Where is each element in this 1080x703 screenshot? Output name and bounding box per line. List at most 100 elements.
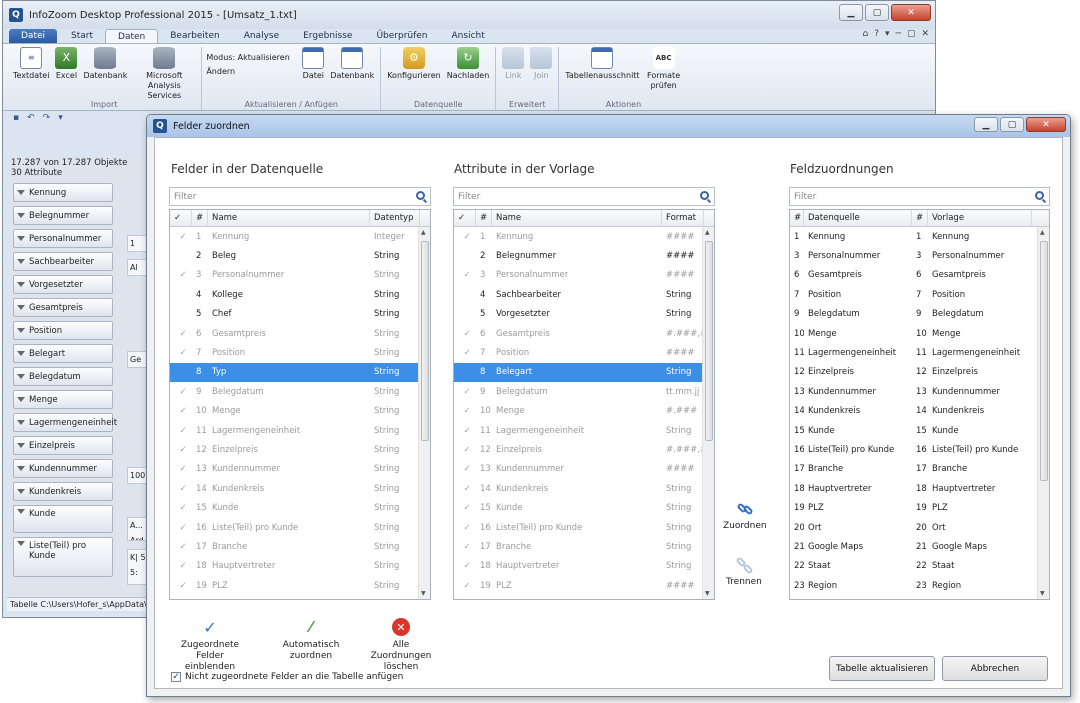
tab-analyse[interactable]: Analyse: [232, 29, 291, 43]
table-row[interactable]: ✓ 1 Kennung ####: [454, 227, 714, 246]
attribute-button[interactable]: Personalnummer: [13, 229, 113, 248]
attribute-button[interactable]: Belegdatum: [13, 367, 113, 386]
tab-ergebnisse[interactable]: Ergebnisse: [291, 29, 364, 43]
search-icon[interactable]: [700, 191, 709, 200]
qat-dropdown-icon[interactable]: ▾: [58, 113, 63, 123]
table-row[interactable]: 16 Liste(Teil) pro Kunde 16 Liste(Teil) pro…: [790, 440, 1049, 459]
table-row[interactable]: ✓ 15 Kunde String: [454, 498, 714, 517]
table-row[interactable]: ✓ 11 Lagermengeneinheit String: [170, 421, 430, 440]
table-row[interactable]: 5 Vorgesetzter String: [454, 305, 714, 324]
template-filter-input[interactable]: Filter: [453, 187, 715, 206]
maximize-button[interactable]: ▢: [865, 4, 889, 21]
table-row[interactable]: ✓ 11 Lagermengeneinheit String: [454, 421, 714, 440]
attribute-button[interactable]: Liste(Teil) pro Kunde: [13, 537, 113, 577]
tab-datei[interactable]: Datei: [9, 29, 58, 43]
delete-all-button[interactable]: ✕ Alle Zuordnungen löschen: [361, 618, 441, 673]
table-row[interactable]: ✓ 12 Einzelpreis String: [170, 440, 430, 459]
tab-daten[interactable]: Daten: [105, 29, 159, 43]
tab-ueberpruefen[interactable]: Überprüfen: [364, 29, 439, 43]
separate-button[interactable]: Trennen: [726, 556, 762, 587]
attribute-button[interactable]: Belegart: [13, 344, 113, 363]
datenbank-import-button[interactable]: Datenbank: [81, 47, 129, 81]
table-row[interactable]: ✓ 7 Position String: [170, 343, 430, 362]
attribute-button[interactable]: Belegnummer: [13, 206, 113, 225]
attribute-button[interactable]: Sachbearbeiter: [13, 252, 113, 271]
table-row[interactable]: ✓ 9 Belegdatum String: [170, 382, 430, 401]
assign-button[interactable]: Zuordnen: [723, 500, 767, 531]
attribute-button[interactable]: Position: [13, 321, 113, 340]
change-button[interactable]: Ändern: [206, 65, 298, 79]
table-row[interactable]: 7 Position 7 Position: [790, 285, 1049, 304]
table-row[interactable]: 4 Sachbearbeiter String: [454, 285, 714, 304]
mapping-scrollbar[interactable]: ▲ ▼: [1037, 227, 1049, 599]
table-row[interactable]: 8 Belegart String: [454, 362, 714, 383]
update-table-button[interactable]: Tabelle aktualisieren: [829, 656, 935, 681]
doc-close-icon[interactable]: ✕: [921, 29, 929, 39]
table-row[interactable]: 22 Staat 22 Staat: [790, 557, 1049, 576]
table-row[interactable]: ✓ 7 Position ####: [454, 343, 714, 362]
auto-assign-button[interactable]: ⁄ Automatisch zuordnen: [263, 618, 359, 662]
table-row[interactable]: ✓ 10 Menge String: [170, 402, 430, 421]
table-row[interactable]: 2 Belegnummer ####: [454, 246, 714, 265]
help-icon[interactable]: ?: [874, 29, 879, 39]
table-row[interactable]: ✓ 3 Personalnummer String: [170, 266, 430, 285]
doc-minimize-icon[interactable]: ─: [896, 29, 901, 39]
doc-restore-icon[interactable]: ▢: [907, 29, 916, 39]
link-button[interactable]: Link: [500, 47, 526, 81]
search-icon[interactable]: [1035, 191, 1044, 200]
attribute-button[interactable]: Menge: [13, 390, 113, 409]
template-scrollbar[interactable]: ▲ ▼: [702, 227, 714, 599]
table-row[interactable]: 13 Kundennummer 13 Kundennummer: [790, 382, 1049, 401]
table-row[interactable]: 19 PLZ 19 PLZ: [790, 498, 1049, 517]
table-row[interactable]: 21 Google Maps 21 Google Maps: [790, 537, 1049, 556]
checkbox-icon[interactable]: ✓: [171, 672, 181, 682]
join-button[interactable]: Join: [528, 47, 554, 81]
table-row[interactable]: ✓ 14 Kundenkreis String: [454, 479, 714, 498]
table-row[interactable]: ✓ 1 Kennung Integer: [170, 227, 430, 246]
table-row[interactable]: ✓ 12 Einzelpreis #.###,##: [454, 440, 714, 459]
table-row[interactable]: 10 Menge 10 Menge: [790, 324, 1049, 343]
source-scrollbar[interactable]: ▲ ▼: [418, 227, 430, 599]
save-icon[interactable]: ▪: [13, 113, 19, 123]
tab-start[interactable]: Start: [59, 29, 105, 43]
table-row[interactable]: 18 Hauptvertreter 18 Hauptvertreter: [790, 479, 1049, 498]
tabellenausschnitt-button[interactable]: Tabellenausschnitt: [563, 47, 641, 81]
analysis-services-button[interactable]: Microsoft Analysis Services: [131, 47, 197, 101]
undo-icon[interactable]: ↶: [27, 113, 35, 123]
table-row[interactable]: ✓ 6 Gesamtpreis #.###,##: [454, 324, 714, 343]
attribute-button[interactable]: Kundenkreis: [13, 482, 113, 501]
dropdown-icon[interactable]: ▾: [885, 29, 890, 39]
table-row[interactable]: ✓ 16 Liste(Teil) pro Kunde String: [170, 518, 430, 537]
attribute-button[interactable]: Gesamtpreis: [13, 298, 113, 317]
table-row[interactable]: ✓ 17 Branche String: [170, 537, 430, 556]
table-row[interactable]: 14 Kundenkreis 14 Kundenkreis: [790, 402, 1049, 421]
table-row[interactable]: ✓ 16 Liste(Teil) pro Kunde String: [454, 518, 714, 537]
excel-button[interactable]: X Excel: [53, 47, 79, 81]
table-row[interactable]: ✓ 14 Kundenkreis String: [170, 479, 430, 498]
dialog-maximize-button[interactable]: ▢: [1000, 117, 1024, 132]
table-row[interactable]: ✓ 13 Kundennummer String: [170, 460, 430, 479]
search-icon[interactable]: [416, 191, 425, 200]
tab-ansicht[interactable]: Ansicht: [440, 29, 497, 43]
table-row[interactable]: ✓ 6 Gesamtpreis String: [170, 324, 430, 343]
table-row[interactable]: 23 Region 23 Region: [790, 576, 1049, 595]
formate-pruefen-button[interactable]: ABC Formate prüfen: [644, 47, 684, 91]
table-row[interactable]: ✓ 9 Belegdatum tt.mm.jj: [454, 382, 714, 401]
table-row[interactable]: 17 Branche 17 Branche: [790, 460, 1049, 479]
textdatei-button[interactable]: ≡ Textdatei: [11, 47, 51, 81]
table-row[interactable]: 2 Beleg String: [170, 246, 430, 265]
table-row[interactable]: 8 Typ String: [170, 362, 430, 383]
redo-icon[interactable]: ↷: [43, 113, 51, 123]
minimize-button[interactable]: ▁: [839, 4, 863, 21]
nachladen-button[interactable]: ↻ Nachladen: [445, 47, 492, 81]
table-row[interactable]: 5 Chef String: [170, 305, 430, 324]
table-row[interactable]: 11 Lagermengeneinheit 11 Lagermengeneinheit: [790, 343, 1049, 362]
attribute-button[interactable]: Vorgesetzter: [13, 275, 113, 294]
cancel-button[interactable]: Abbrechen: [942, 656, 1048, 681]
show-mapped-button[interactable]: ✓ Zugeordnete Felder einblenden: [175, 618, 245, 673]
table-row[interactable]: 6 Gesamtpreis 6 Gesamtpreis: [790, 266, 1049, 285]
datei-button[interactable]: Datei: [300, 47, 326, 81]
table-row[interactable]: ✓ 3 Personalnummer ####: [454, 266, 714, 285]
table-row[interactable]: ✓ 15 Kunde String: [170, 498, 430, 517]
table-row[interactable]: 20 Ort 20 Ort: [790, 518, 1049, 537]
